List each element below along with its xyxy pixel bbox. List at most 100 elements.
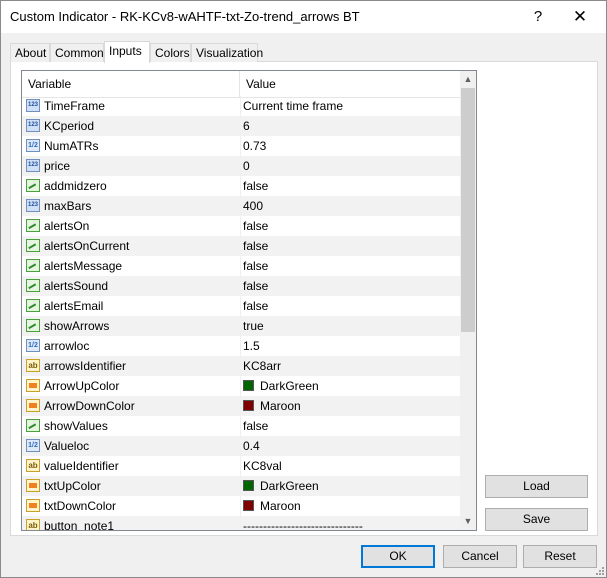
variable-cell: 123 maxBars xyxy=(24,196,241,216)
save-button[interactable]: Save xyxy=(485,508,588,531)
table-row[interactable]: 123 TimeFrame Current time frame xyxy=(22,96,460,116)
table-row[interactable]: txtUpColor DarkGreen xyxy=(22,476,460,496)
value-cell[interactable]: false xyxy=(243,256,457,276)
help-button[interactable]: ? xyxy=(515,1,561,33)
cancel-button[interactable]: Cancel xyxy=(443,545,517,568)
table-row[interactable]: ab arrowsIdentifier KC8arr xyxy=(22,356,460,376)
value-cell[interactable]: DarkGreen xyxy=(243,476,457,496)
value-cell[interactable]: ------------------------------ xyxy=(243,516,457,531)
table-row[interactable]: 123 price 0 xyxy=(22,156,460,176)
variable-cell: ab valueIdentifier xyxy=(24,456,241,476)
table-row[interactable]: alertsOnCurrent false xyxy=(22,236,460,256)
title-bar[interactable]: Custom Indicator - RK-KCv8-wAHTF-txt-Zo-… xyxy=(1,1,606,33)
value-cell[interactable]: DarkGreen xyxy=(243,376,457,396)
table-row[interactable]: 123 maxBars 400 xyxy=(22,196,460,216)
table-row[interactable]: txtDownColor Maroon xyxy=(22,496,460,516)
bool-type-icon xyxy=(26,419,40,432)
col-type-icon xyxy=(26,479,40,492)
table-row[interactable]: alertsMessage false xyxy=(22,256,460,276)
value-cell[interactable]: KC8arr xyxy=(243,356,457,376)
value-cell[interactable]: 400 xyxy=(243,196,457,216)
variable-name: alertsMessage xyxy=(44,259,123,273)
value-text: Maroon xyxy=(260,499,301,513)
table-row[interactable]: ab valueIdentifier KC8val xyxy=(22,456,460,476)
table-row[interactable]: 123 KCperiod 6 xyxy=(22,116,460,136)
value-cell[interactable]: false xyxy=(243,176,457,196)
table-row[interactable]: addmidzero false xyxy=(22,176,460,196)
value-cell[interactable]: false xyxy=(243,236,457,256)
table-row[interactable]: alertsEmail false xyxy=(22,296,460,316)
value-cell[interactable]: true xyxy=(243,316,457,336)
variable-cell: 123 TimeFrame xyxy=(24,96,241,116)
vertical-scrollbar[interactable]: ▲ ▼ xyxy=(460,71,476,530)
tab-common[interactable]: Common xyxy=(50,43,104,62)
value-text: 0 xyxy=(243,159,250,173)
tab-visualization[interactable]: Visualization xyxy=(191,43,263,62)
variable-cell: ArrowDownColor xyxy=(24,396,241,416)
value-cell[interactable]: false xyxy=(243,276,457,296)
table-row[interactable]: showArrows true xyxy=(22,316,460,336)
table-row[interactable]: ArrowUpColor DarkGreen xyxy=(22,376,460,396)
value-cell[interactable]: Maroon xyxy=(243,396,457,416)
value-text: false xyxy=(243,259,269,273)
inputs-grid[interactable]: Variable Value 123 TimeFrame Current time … xyxy=(21,70,477,531)
value-cell[interactable]: 0.4 xyxy=(243,436,457,456)
value-cell[interactable]: KC8val xyxy=(243,456,457,476)
ok-button[interactable]: OK xyxy=(361,545,435,568)
col-type-icon xyxy=(26,379,40,392)
table-row[interactable]: showValues false xyxy=(22,416,460,436)
dbl-type-icon: 1/2 xyxy=(26,339,40,352)
value-text: false xyxy=(243,419,269,433)
color-swatch xyxy=(243,380,254,391)
variable-cell: ab arrowsIdentifier xyxy=(24,356,241,376)
variable-cell: alertsEmail xyxy=(24,296,241,316)
tab-colors[interactable]: Colors xyxy=(150,43,191,62)
table-row[interactable]: alertsSound false xyxy=(22,276,460,296)
variable-name: button_note1 xyxy=(44,519,115,531)
variable-name: KCperiod xyxy=(44,119,95,133)
scroll-up-icon[interactable]: ▲ xyxy=(460,71,476,88)
variable-name: price xyxy=(44,159,71,173)
bool-type-icon xyxy=(26,179,40,192)
value-text: false xyxy=(243,299,269,313)
variable-cell: showArrows xyxy=(24,316,241,336)
variable-cell: 1/2 arrowloc xyxy=(24,336,241,356)
scroll-down-icon[interactable]: ▼ xyxy=(460,513,476,530)
value-cell[interactable]: false xyxy=(243,216,457,236)
resize-grip-icon[interactable] xyxy=(594,565,604,575)
scrollbar-thumb[interactable] xyxy=(461,88,475,332)
value-cell[interactable]: Current time frame xyxy=(243,96,457,116)
load-button[interactable]: Load xyxy=(485,475,588,498)
tab-about[interactable]: About xyxy=(10,43,50,62)
table-row[interactable]: 1/2 arrowloc 1.5 xyxy=(22,336,460,356)
value-cell[interactable]: false xyxy=(243,296,457,316)
variable-cell: 123 KCperiod xyxy=(24,116,241,136)
value-text: Current time frame xyxy=(243,99,344,113)
table-row[interactable]: 1/2 NumATRs 0.73 xyxy=(22,136,460,156)
reset-button[interactable]: Reset xyxy=(523,545,597,568)
value-cell[interactable]: Maroon xyxy=(243,496,457,516)
value-text: false xyxy=(243,179,269,193)
variable-name: ArrowUpColor xyxy=(44,379,120,393)
table-row[interactable]: ArrowDownColor Maroon xyxy=(22,396,460,416)
value-cell[interactable]: 0 xyxy=(243,156,457,176)
column-header-variable[interactable]: Variable xyxy=(22,71,240,97)
table-row[interactable]: alertsOn false xyxy=(22,216,460,236)
column-header-value[interactable]: Value xyxy=(240,71,460,97)
variable-name: maxBars xyxy=(44,199,92,213)
bool-type-icon xyxy=(26,219,40,232)
col-type-icon xyxy=(26,499,40,512)
value-cell[interactable]: 0.73 xyxy=(243,136,457,156)
value-text: ------------------------------ xyxy=(243,519,363,531)
variable-name: arrowsIdentifier xyxy=(44,359,127,373)
dbl-type-icon: 1/2 xyxy=(26,139,40,152)
table-row[interactable]: 1/2 Valueloc 0.4 xyxy=(22,436,460,456)
value-cell[interactable]: 6 xyxy=(243,116,457,136)
tab-inputs[interactable]: Inputs xyxy=(104,41,150,63)
value-cell[interactable]: false xyxy=(243,416,457,436)
table-row[interactable]: ab button_note1 --------------------------… xyxy=(22,516,460,531)
close-icon[interactable]: ✕ xyxy=(557,1,603,33)
variable-cell: 1/2 NumATRs xyxy=(24,136,241,156)
variable-cell: txtDownColor xyxy=(24,496,241,516)
value-cell[interactable]: 1.5 xyxy=(243,336,457,356)
